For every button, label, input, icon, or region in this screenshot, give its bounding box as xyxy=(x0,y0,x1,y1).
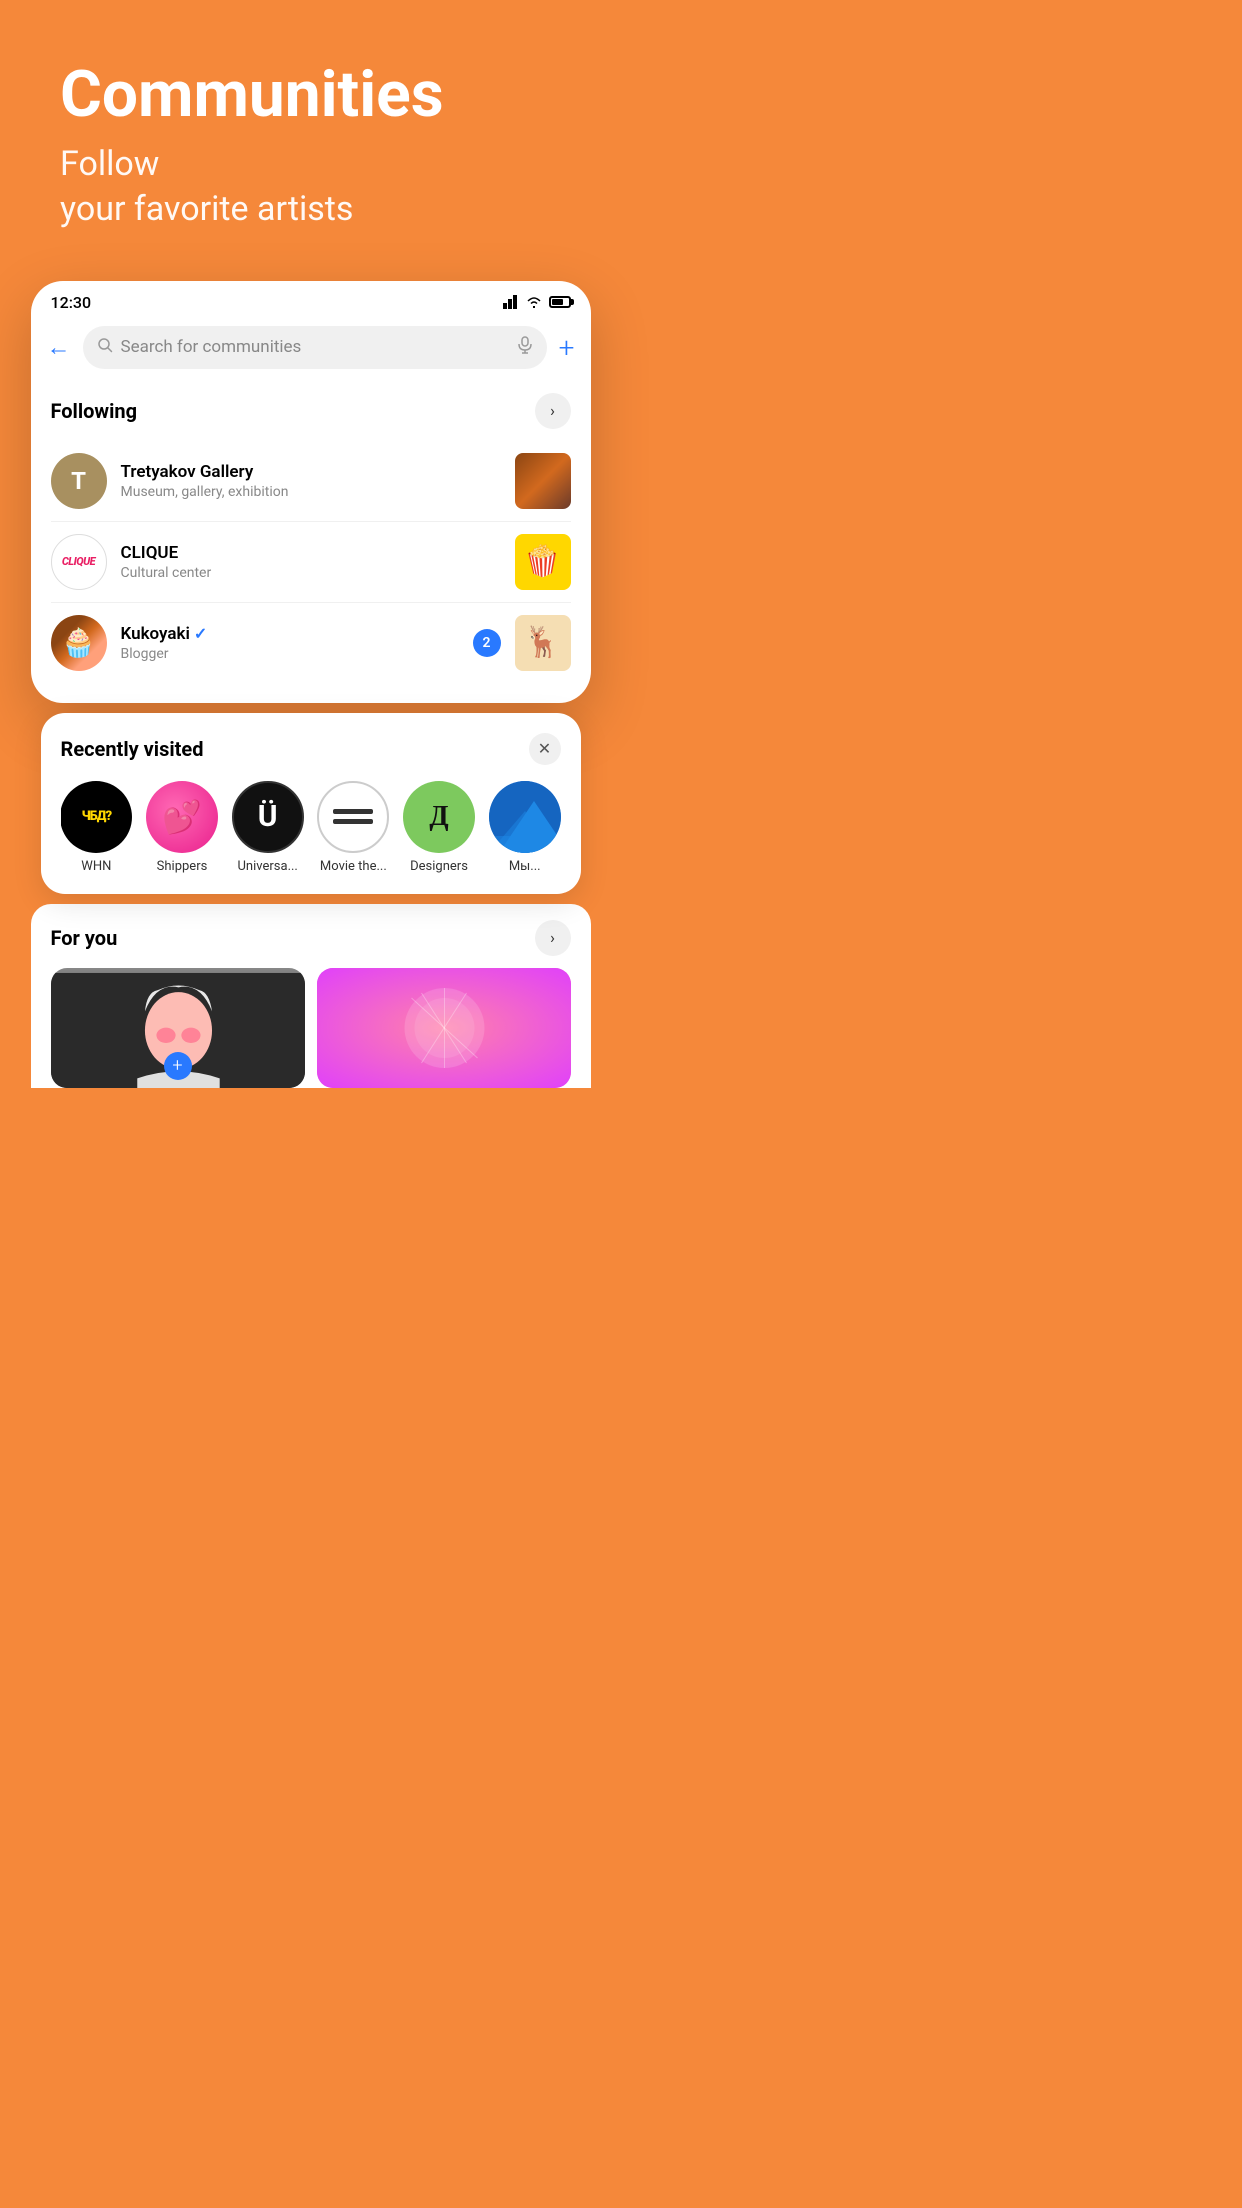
for-you-section: For you › xyxy=(31,904,591,1088)
wifi-icon xyxy=(525,295,543,309)
kukoyaki-img: 🧁 xyxy=(51,615,107,671)
add-to-community-button-1[interactable]: + xyxy=(164,1052,192,1080)
tretyakov-type: Museum, gallery, exhibition xyxy=(121,484,501,500)
mic-icon[interactable] xyxy=(517,336,533,359)
status-icons xyxy=(503,295,571,309)
kukoyaki-thumbnail: 🦌 xyxy=(515,615,571,671)
tretyakov-thumbnail xyxy=(515,453,571,509)
community-item-clique[interactable]: CLIQUE CLIQUE Cultural center 🍿 xyxy=(31,522,591,602)
mbi-avatar xyxy=(489,781,561,853)
for-you-see-all-button[interactable]: › xyxy=(535,920,571,956)
kukoyaki-name: Kukoyaki ✓ xyxy=(121,624,459,644)
universal-icon: Ü xyxy=(258,799,278,834)
rv-item-mbi[interactable]: Мы... xyxy=(489,781,561,874)
search-bar[interactable]: Search for communities xyxy=(83,326,547,369)
for-you-card-2[interactable] xyxy=(317,968,571,1088)
mbi-label: Мы... xyxy=(509,859,541,874)
rv-close-button[interactable]: ✕ xyxy=(529,733,561,765)
clique-info: CLIQUE Cultural center xyxy=(121,543,501,581)
kukoyaki-badge: 2 xyxy=(473,629,501,657)
rv-item-universal[interactable]: Ü Universa... xyxy=(232,781,304,874)
rv-header: Recently visited ✕ xyxy=(61,733,561,765)
community-item-kukoyaki[interactable]: 🧁 Kukoyaki ✓ Blogger 2 🦌 xyxy=(31,603,591,683)
whn-avatar: ЧБД? xyxy=(61,781,133,853)
hero-subtitle: Follow your favorite artists xyxy=(60,142,561,230)
add-community-button[interactable]: + xyxy=(559,331,575,364)
clique-name: CLIQUE xyxy=(121,543,501,563)
for-you-header: For you › xyxy=(51,920,571,956)
close-icon: ✕ xyxy=(538,739,551,758)
search-icon xyxy=(97,337,113,357)
clique-thumbnail: 🍿 xyxy=(515,534,571,590)
clique-type: Cultural center xyxy=(121,565,501,581)
verified-icon: ✓ xyxy=(194,624,207,643)
search-placeholder: Search for communities xyxy=(121,337,509,357)
rv-items-list: ЧБД? WHN 💕 Shippers Ü Universa... xyxy=(61,781,561,874)
hearts-visual: 💕 xyxy=(162,801,202,833)
designers-avatar: Д xyxy=(403,781,475,853)
shippers-avatar: 💕 xyxy=(146,781,218,853)
following-section-header: Following › xyxy=(31,385,591,441)
status-bar: 12:30 xyxy=(31,281,591,318)
hero-section: Communities Follow your favorite artists xyxy=(0,0,621,261)
following-title: Following xyxy=(51,399,138,423)
for-you-card-1[interactable]: + xyxy=(51,968,305,1088)
recently-visited-panel: Recently visited ✕ ЧБД? WHN 💕 Shi xyxy=(41,713,581,894)
hero-title: Communities xyxy=(60,60,561,130)
phone-mockup: 12:30 ← xyxy=(31,281,591,1088)
pink-card-svg xyxy=(317,968,571,1088)
rv-item-moviethe[interactable]: Movie the... xyxy=(318,781,390,874)
rv-item-shippers[interactable]: 💕 Shippers xyxy=(146,781,218,874)
chevron-right-icon: › xyxy=(550,401,555,420)
community-item-tretyakov[interactable]: T Tretyakov Gallery Museum, gallery, exh… xyxy=(31,441,591,521)
back-button[interactable]: ← xyxy=(47,333,71,362)
phone-screen: 12:30 ← xyxy=(31,281,591,703)
rv-title: Recently visited xyxy=(61,737,204,761)
kukoyaki-info: Kukoyaki ✓ Blogger xyxy=(121,624,459,662)
for-you-title: For you xyxy=(51,926,118,950)
status-time: 12:30 xyxy=(51,293,92,312)
hearts-icon: 💕 xyxy=(162,801,202,833)
signal-icon xyxy=(503,295,519,309)
for-you-grid: + xyxy=(51,968,571,1088)
whn-label: WHN xyxy=(81,859,111,874)
moviethe-label: Movie the... xyxy=(320,859,387,874)
universal-avatar: Ü xyxy=(232,781,304,853)
moviethe-avatar xyxy=(317,781,389,853)
kukoyaki-type: Blogger xyxy=(121,646,459,662)
search-row: ← Search for communities xyxy=(31,318,591,385)
shippers-label: Shippers xyxy=(157,859,208,874)
equal-sign xyxy=(329,805,377,828)
designers-icon: Д xyxy=(429,801,448,833)
following-see-all-button[interactable]: › xyxy=(535,393,571,429)
tretyakov-name: Tretyakov Gallery xyxy=(121,462,501,482)
chevron-right-icon-2: › xyxy=(550,928,555,947)
kukoyaki-avatar: 🧁 xyxy=(51,615,107,671)
universal-label: Universa... xyxy=(238,859,298,874)
popcorn-icon: 🍿 xyxy=(524,544,561,579)
clique-avatar: CLIQUE xyxy=(51,534,107,590)
rv-item-whn[interactable]: ЧБД? WHN xyxy=(61,781,133,874)
rv-item-designers[interactable]: Д Designers xyxy=(403,781,475,874)
battery-icon xyxy=(549,296,571,308)
reindeer-icon: 🦌 xyxy=(524,625,561,660)
designers-label: Designers xyxy=(410,859,468,874)
tretyakov-info: Tretyakov Gallery Museum, gallery, exhib… xyxy=(121,462,501,500)
mbi-landscape xyxy=(489,781,561,853)
tretyakov-avatar: T xyxy=(51,453,107,509)
